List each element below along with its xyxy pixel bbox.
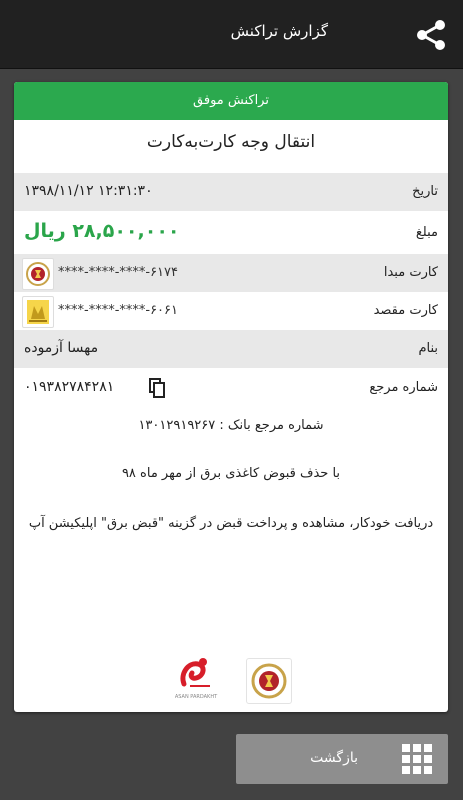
source-card-number: ****-****-****-۶۱۷۴ bbox=[58, 265, 179, 280]
name-row: بنام مهسا آزموده bbox=[14, 330, 448, 368]
date-label: تاریخ bbox=[412, 184, 438, 199]
bank-melli-logo bbox=[22, 258, 54, 290]
back-button-label: بازگشت bbox=[310, 750, 358, 766]
asan-pardakht-caption: ASAN PARDAKHT bbox=[174, 694, 218, 700]
amount-value: ۲۸,۵۰۰,۰۰۰ ریال bbox=[24, 220, 180, 242]
reference-value: ۰۱۹۳۸۲۷۸۴۲۸۱ bbox=[24, 379, 115, 395]
asan-pardakht-logo: ASAN PARDAKHT bbox=[170, 654, 222, 706]
page-title: گزارش تراکنش bbox=[230, 22, 328, 40]
share-icon[interactable] bbox=[416, 19, 446, 51]
back-button[interactable]: بازگشت bbox=[236, 734, 448, 784]
reference-label: شماره مرجع bbox=[369, 380, 438, 395]
dest-card-label: کارت مقصد bbox=[373, 303, 438, 318]
date-value: ۱۳۹۸/۱۱/۱۲ ۱۲:۳۱:۳۰ bbox=[24, 183, 153, 199]
transaction-type: انتقال وجه کارت‌به‌کارت bbox=[146, 132, 316, 152]
asan-pardakht-mark bbox=[180, 658, 210, 687]
amount-label: مبلغ bbox=[415, 225, 438, 240]
receipt-card: تراکنش موفق انتقال وجه کارت‌به‌کارت تاری… bbox=[14, 82, 448, 712]
note-text: با حذف قبوض کاغذی برق از مهر ماه ۹۸ bbox=[121, 466, 341, 481]
dest-bank-logo bbox=[22, 296, 54, 328]
reference-row: شماره مرجع ۰۱۹۳۸۲۷۸۴۲۸۱ bbox=[14, 369, 448, 407]
copy-icon[interactable] bbox=[149, 378, 165, 398]
bank-melli-footer-logo bbox=[246, 658, 292, 704]
name-label: بنام bbox=[418, 341, 438, 356]
app-bar: گزارش تراکنش bbox=[0, 0, 463, 69]
grid-icon bbox=[402, 744, 432, 774]
bank-reference: شماره مرجع بانک : ۱۳۰۱۲۹۱۹۲۶۷ bbox=[138, 418, 324, 433]
amount-row: مبلغ ۲۸,۵۰۰,۰۰۰ ریال bbox=[14, 214, 448, 252]
name-value: مهسا آزموده bbox=[24, 340, 99, 356]
source-card-label: کارت مبدا bbox=[383, 265, 438, 280]
source-card-row: کارت مبدا ****-****-****-۶۱۷۴ bbox=[14, 254, 448, 292]
date-row: تاریخ ۱۳۹۸/۱۱/۱۲ ۱۲:۳۱:۳۰ bbox=[14, 173, 448, 211]
status-banner: تراکنش موفق bbox=[14, 82, 448, 120]
dest-card-row: کارت مقصد ****-****-****-۶۰۶۱ bbox=[14, 292, 448, 330]
dest-card-number: ****-****-****-۶۰۶۱ bbox=[58, 303, 179, 318]
promo-text: دریافت خودکار، مشاهده و پرداخت قبض در گز… bbox=[28, 516, 434, 531]
